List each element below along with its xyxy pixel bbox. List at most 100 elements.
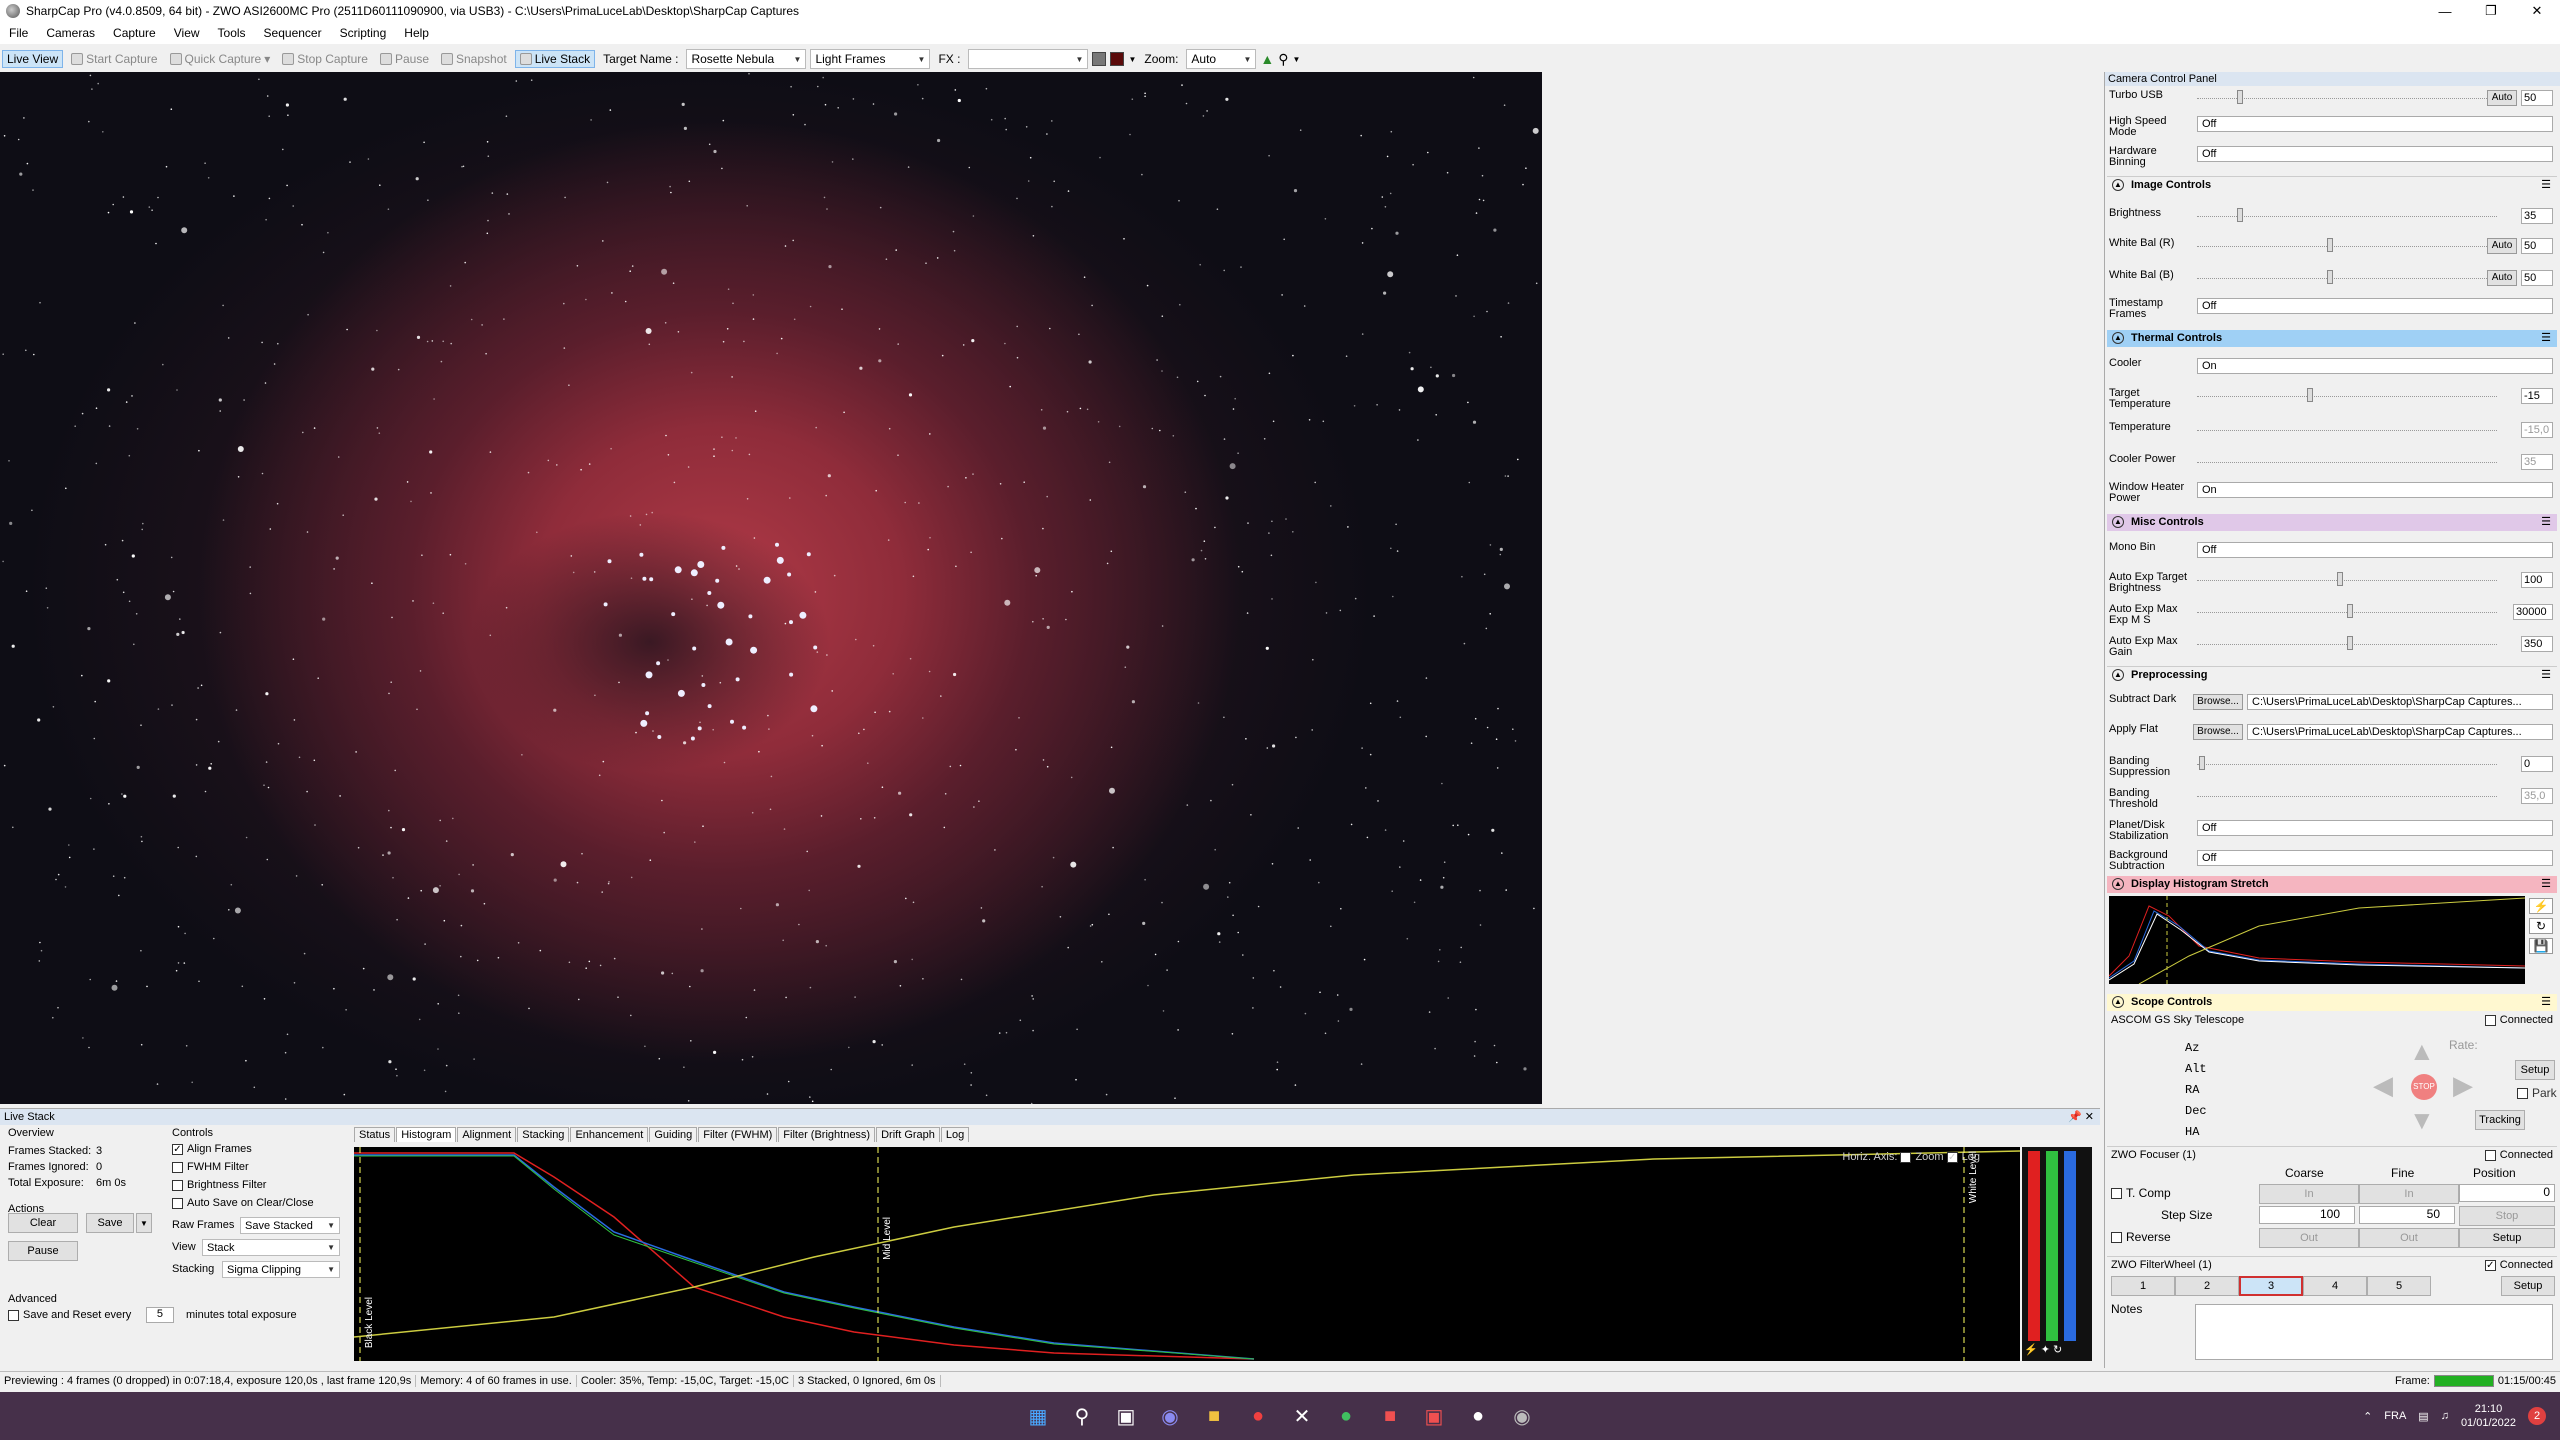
menu-capture[interactable]: Capture (104, 26, 165, 40)
scope-controls-header[interactable]: ▲ Scope Controls ☰ (2107, 994, 2557, 1011)
reverse-checkbox[interactable]: Reverse (2111, 1230, 2171, 1244)
timestamp-select[interactable]: Off (2197, 298, 2553, 314)
menu-scripting[interactable]: Scripting (331, 26, 396, 40)
subtract-dark-browse-button[interactable]: Browse... (2193, 694, 2243, 710)
minimize-button[interactable]: — (2422, 0, 2468, 22)
step-coarse-input[interactable]: 100 (2259, 1206, 2355, 1224)
zoom-checkbox-label[interactable]: Zoom (1915, 1151, 1943, 1163)
lightning-icon[interactable]: ⚡ (2529, 898, 2553, 914)
cooler-select[interactable]: On (2197, 358, 2553, 374)
app-x-icon[interactable]: ✕ (1288, 1402, 1316, 1430)
focuser-coarse-out-button[interactable]: Out (2259, 1228, 2359, 1248)
ae-max-gain-slider[interactable] (2347, 636, 2353, 650)
windows-start-icon[interactable]: ▦ (1024, 1402, 1052, 1430)
close-icon[interactable]: 📌 ✕ (2068, 1109, 2094, 1125)
hamburger-icon[interactable]: ☰ (2541, 994, 2551, 1011)
start-capture-button[interactable]: Start Capture (67, 51, 161, 67)
arrow-down-icon[interactable]: ▼ (2409, 1105, 2435, 1136)
raw-frames-select[interactable]: Save Stacked ▼ (240, 1217, 340, 1234)
notification-icon[interactable]: 2 (2528, 1407, 2546, 1425)
tab-drift-graph[interactable]: Drift Graph (876, 1127, 940, 1142)
magnifier-icon[interactable]: ⚲ (1278, 51, 1288, 68)
live-stack-button[interactable]: Live Stack (514, 50, 596, 68)
high-speed-select[interactable]: Off (2197, 116, 2553, 132)
image-controls-header[interactable]: ▲ Image Controls ☰ (2107, 176, 2557, 193)
banding-supp-slider[interactable] (2199, 756, 2205, 770)
green-slider[interactable] (2046, 1151, 2058, 1341)
stop-capture-button[interactable]: Stop Capture (278, 51, 372, 67)
apply-flat-select[interactable]: C:\Users\PrimaLuceLab\Desktop\SharpCap C… (2247, 724, 2553, 740)
wb-b-slider[interactable] (2327, 270, 2333, 284)
focuser-stop-button[interactable]: Stop (2459, 1206, 2555, 1226)
hw-binning-select[interactable]: Off (2197, 146, 2553, 162)
clear-button[interactable]: Clear (8, 1213, 78, 1233)
stop-button[interactable]: STOP (2411, 1074, 2437, 1100)
banding-supp-value[interactable]: 0 (2521, 756, 2553, 772)
focuser-setup-button[interactable]: Setup (2459, 1228, 2555, 1248)
arrow-left-icon[interactable]: ◀ (2373, 1070, 2393, 1101)
target-temp-value[interactable]: -15 (2521, 388, 2553, 404)
tab-guiding[interactable]: Guiding (649, 1127, 698, 1142)
target-temp-slider[interactable] (2307, 388, 2313, 402)
maximize-button[interactable]: ❐ (2468, 0, 2514, 22)
scope-connected-checkbox[interactable]: Connected (2484, 1014, 2553, 1026)
misc-controls-header[interactable]: ▲ Misc Controls ☰ (2107, 514, 2557, 531)
menu-cameras[interactable]: Cameras (37, 26, 104, 40)
hamburger-icon[interactable]: ☰ (2541, 667, 2551, 684)
chevron-down-icon[interactable]: ▼ (1128, 55, 1136, 64)
filter-4-button[interactable]: 4 (2303, 1276, 2367, 1296)
planet-stab-select[interactable]: Off (2197, 820, 2553, 836)
language-indicator[interactable]: FRA (2384, 1410, 2406, 1422)
live-view-button[interactable]: Live View (2, 50, 64, 68)
focuser-fine-out-button[interactable]: Out (2359, 1228, 2459, 1248)
auto-save-checkbox[interactable]: Auto Save on Clear/Close (172, 1197, 314, 1209)
turbo-auto-button[interactable]: Auto (2487, 90, 2517, 106)
heater-select[interactable]: On (2197, 482, 2553, 498)
park-checkbox[interactable]: Park (2517, 1086, 2557, 1100)
menu-view[interactable]: View (165, 26, 209, 40)
filter-5-button[interactable]: 5 (2367, 1276, 2431, 1296)
ae-max-exp-value[interactable]: 30000 (2513, 604, 2553, 620)
red-swatch-icon[interactable] (1110, 52, 1125, 66)
hamburger-icon[interactable]: ☰ (2541, 177, 2551, 194)
app-red-icon[interactable]: ■ (1376, 1402, 1404, 1430)
stack-level-sliders[interactable]: ⚡ ✦ ↻ (2022, 1147, 2092, 1361)
tab-stacking[interactable]: Stacking (517, 1127, 570, 1142)
focuser-fine-in-button[interactable]: In (2359, 1184, 2459, 1204)
app-red2-icon[interactable]: ▣ (1420, 1402, 1448, 1430)
subtract-dark-select[interactable]: C:\Users\PrimaLuceLab\Desktop\SharpCap C… (2247, 694, 2553, 710)
display-histogram[interactable] (2108, 896, 2526, 985)
histogram-icon[interactable]: ▲ (1260, 51, 1274, 67)
menu-file[interactable]: File (0, 26, 37, 40)
hamburger-icon[interactable]: ☰ (2541, 876, 2551, 893)
ae-max-exp-slider[interactable] (2347, 604, 2353, 618)
bg-sub-select[interactable]: Off (2197, 850, 2553, 866)
filter-1-button[interactable]: 1 (2111, 1276, 2175, 1296)
fwhm-filter-checkbox[interactable]: FWHM Filter (172, 1161, 249, 1173)
tab-filter-brightness[interactable]: Filter (Brightness) (778, 1127, 876, 1142)
chevron-down-icon[interactable]: ▼ (1293, 55, 1301, 64)
file-explorer-icon[interactable]: ■ (1200, 1402, 1228, 1430)
focuser-connected-checkbox[interactable]: Connected (2484, 1149, 2553, 1161)
notes-textarea[interactable] (2195, 1304, 2553, 1360)
slider-tool-icons[interactable]: ⚡ ✦ ↻ (2024, 1343, 2062, 1356)
stacking-select[interactable]: Sigma Clipping ▼ (222, 1261, 340, 1278)
reset-icon[interactable]: ↻ (2529, 918, 2553, 934)
tcomp-checkbox[interactable]: T. Comp (2111, 1186, 2171, 1200)
thermal-controls-header[interactable]: ▲ Thermal Controls ☰ (2107, 330, 2557, 347)
menu-help[interactable]: Help (395, 26, 438, 40)
close-button[interactable]: ✕ (2514, 0, 2560, 22)
network-icon[interactable]: ▤ (2418, 1410, 2428, 1423)
tracking-button[interactable]: Tracking (2475, 1110, 2525, 1130)
dhs-header[interactable]: ▲ Display Histogram Stretch ☰ (2107, 876, 2557, 893)
task-view-icon[interactable]: ▣ (1112, 1402, 1140, 1430)
fx-select[interactable]: ▼ (968, 49, 1089, 69)
mono-bin-select[interactable]: Off (2197, 542, 2553, 558)
view-select[interactable]: Stack ▼ (202, 1239, 340, 1256)
menu-sequencer[interactable]: Sequencer (255, 26, 331, 40)
stack-histogram[interactable]: Black Level Mid Level White Level Horiz.… (353, 1147, 2021, 1361)
arrow-right-icon[interactable]: ▶ (2453, 1070, 2473, 1101)
arrow-up-icon[interactable]: ▲ (2409, 1036, 2435, 1067)
wb-r-slider[interactable] (2327, 238, 2333, 252)
snapshot-button[interactable]: Snapshot (437, 51, 511, 67)
